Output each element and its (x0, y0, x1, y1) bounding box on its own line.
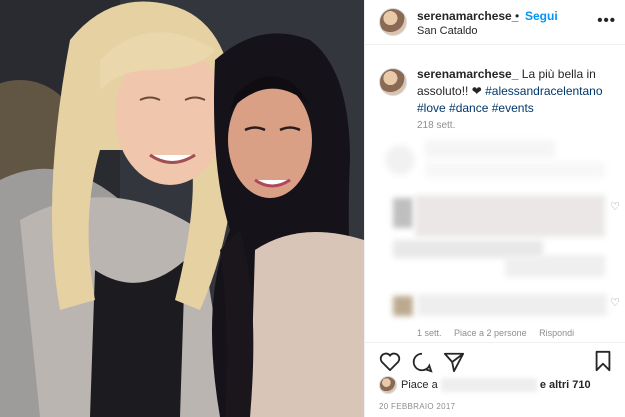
comment-likes[interactable]: Piace a 2 persone (454, 328, 527, 338)
more-options-icon[interactable]: ••• (597, 12, 616, 29)
blurred-comment (417, 294, 607, 316)
bookmark-icon[interactable] (594, 350, 612, 372)
caption-timestamp: 218 sett. (417, 120, 456, 131)
blurred-avatar (393, 296, 413, 316)
likes-summary[interactable]: Piace a e altri 710 (401, 378, 591, 392)
hashtag-link[interactable]: #dance (449, 101, 488, 115)
location-link[interactable]: San Cataldo (417, 25, 478, 37)
blurred-username (440, 378, 537, 392)
hashtag-link[interactable]: #love (417, 101, 446, 115)
blurred-comment (415, 195, 605, 237)
heart-icon[interactable]: ♡ (610, 200, 620, 213)
post-photo[interactable] (0, 0, 364, 417)
comment-icon[interactable] (411, 351, 433, 373)
post-side-panel: serenamarchese_ • Segui San Cataldo ••• … (364, 0, 625, 417)
blurred-comment (425, 162, 605, 178)
heart-icon[interactable] (379, 351, 401, 371)
username-link[interactable]: serenamarchese_ (417, 9, 518, 23)
comment-meta: 1 sett. Piace a 2 persone Rispondi (417, 328, 574, 338)
caption-avatar[interactable] (379, 68, 407, 96)
action-bar (365, 342, 625, 381)
likes-count: e altri 710 (539, 378, 591, 391)
separator-dot: • (515, 9, 520, 23)
avatar[interactable] (379, 8, 407, 36)
reply-button[interactable]: Rispondi (539, 328, 574, 338)
follow-button[interactable]: Segui (525, 9, 558, 23)
blurred-comment (425, 140, 555, 158)
caption-username[interactable]: serenamarchese_ (417, 67, 518, 81)
share-icon[interactable] (443, 351, 465, 373)
hashtag-link[interactable]: #events (492, 101, 534, 115)
blurred-comment (505, 255, 605, 277)
comment-timestamp: 1 sett. (417, 328, 442, 338)
post-header: serenamarchese_ • Segui San Cataldo ••• (365, 0, 625, 45)
hashtag-link[interactable]: #alessandracelentano (485, 84, 602, 98)
blurred-avatar (393, 198, 413, 228)
blurred-avatar (385, 145, 415, 175)
liker-avatar[interactable] (379, 376, 397, 394)
heart-icon[interactable]: ♡ (610, 296, 620, 309)
post-date: 20 FEBBRAIO 2017 (379, 402, 456, 411)
photo-illustration (0, 0, 364, 417)
likes-prefix: Piace a (401, 378, 438, 391)
caption: serenamarchese_ La più bella in assoluto… (417, 66, 617, 117)
